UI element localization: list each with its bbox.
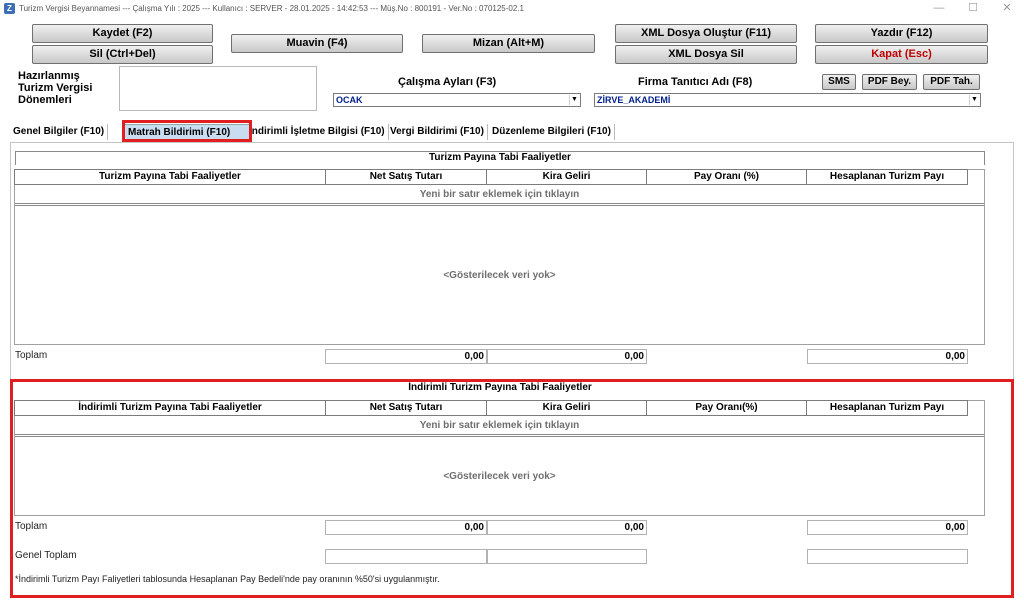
- section2-total-net-sales: 0,00: [325, 520, 487, 535]
- firm-label: Firma Tanıtıcı Adı (F8): [638, 76, 753, 88]
- sms-button[interactable]: SMS: [822, 74, 856, 90]
- tab-general-info[interactable]: Genel Bilgiler (F10): [10, 124, 109, 140]
- tab-discounted-business[interactable]: İndirimli İşletme Bilgisi (F10): [246, 124, 389, 140]
- save-button[interactable]: Kaydet (F2): [32, 24, 213, 43]
- section2-total-label: Toplam: [15, 521, 48, 532]
- section2-total-tourism-share: 0,00: [807, 520, 968, 535]
- tab-arrangement-info[interactable]: Düzenleme Bilgileri (F10): [489, 124, 615, 140]
- grand-total-tourism-share: [807, 549, 968, 564]
- section1-total-tourism-share: 0,00: [807, 349, 968, 364]
- working-months-value: OCAK: [336, 95, 363, 105]
- firm-value: ZİRVE_AKADEMİ: [597, 95, 671, 105]
- pdf-tahakkuk-button[interactable]: PDF Tah.: [923, 74, 980, 90]
- periods-label: Hazırlanmış Turizm Vergisi Dönemleri: [18, 70, 93, 106]
- column-header[interactable]: Turizm Payına Tabi Faaliyetler: [15, 170, 326, 184]
- pdf-beyanname-button[interactable]: PDF Bey.: [862, 74, 917, 90]
- minimize-button[interactable]: —: [922, 0, 956, 17]
- column-header[interactable]: Pay Oranı(%): [647, 401, 807, 415]
- section1-row-divider: [15, 203, 984, 206]
- close-button[interactable]: Kapat (Esc): [815, 45, 988, 64]
- section1-grid-header: Turizm Payına Tabi Faaliyetler Net Satış…: [14, 169, 968, 185]
- firm-select[interactable]: ZİRVE_AKADEMİ ▼: [594, 93, 981, 107]
- working-months-select[interactable]: OCAK ▼: [333, 93, 581, 107]
- column-header[interactable]: Pay Oranı (%): [647, 170, 807, 184]
- section2-grid-header: İndirimli Turizm Payına Tabi Faaliyetler…: [14, 400, 968, 416]
- section1-new-row[interactable]: Yeni bir satır eklemek için tıklayın: [15, 187, 984, 203]
- working-months-label: Çalışma Ayları (F3): [398, 76, 497, 88]
- grand-total-net-sales: [325, 549, 487, 564]
- window-title: Turizm Vergisi Beyannamesi --- Çalışma Y…: [19, 4, 524, 13]
- section1-grid[interactable]: Yeni bir satır eklemek için tıklayın <Gö…: [14, 169, 985, 345]
- grand-total-label: Genel Toplam: [15, 550, 77, 561]
- tab-matrah[interactable]: Matrah Bildirimi (F10): [124, 124, 250, 140]
- xml-create-button[interactable]: XML Dosya Oluştur (F11): [615, 24, 797, 43]
- app-icon: Z: [4, 3, 15, 14]
- column-header[interactable]: Net Satış Tutarı: [326, 170, 487, 184]
- section2-empty-message: <Gösterilecek veri yok>: [443, 471, 556, 482]
- chevron-down-icon[interactable]: ▼: [569, 95, 579, 105]
- section2-title: İndirimli Turizm Payına Tabi Faaliyetler: [408, 382, 592, 393]
- section2-total-rent: 0,00: [487, 520, 647, 535]
- section1-total-label: Toplam: [15, 350, 48, 361]
- print-button[interactable]: Yazdır (F12): [815, 24, 988, 43]
- section2-grid[interactable]: Yeni bir satır eklemek için tıklayın <Gö…: [14, 400, 985, 516]
- column-header[interactable]: Kira Geliri: [487, 401, 647, 415]
- footnote: *İndirimli Turizm Payı Faliyetleri tablo…: [15, 574, 440, 584]
- xml-delete-button[interactable]: XML Dosya Sil: [615, 45, 797, 64]
- column-header[interactable]: Kira Geliri: [487, 170, 647, 184]
- grand-total-rent: [487, 549, 647, 564]
- section1-total-rent: 0,00: [487, 349, 647, 364]
- section2-new-row[interactable]: Yeni bir satır eklemek için tıklayın: [15, 418, 984, 434]
- title-bar: Z Turizm Vergisi Beyannamesi --- Çalışma…: [0, 0, 1024, 17]
- periods-list[interactable]: [119, 66, 317, 111]
- close-window-button[interactable]: ✕: [990, 0, 1024, 17]
- muavin-button[interactable]: Muavin (F4): [231, 34, 403, 53]
- maximize-button[interactable]: ☐: [956, 0, 990, 17]
- column-header[interactable]: Net Satış Tutarı: [326, 401, 487, 415]
- column-header[interactable]: Hesaplanan Turizm Payı: [807, 170, 967, 184]
- column-header[interactable]: Hesaplanan Turizm Payı: [807, 401, 967, 415]
- section1-empty-message: <Gösterilecek veri yok>: [443, 270, 556, 281]
- section1-total-net-sales: 0,00: [325, 349, 487, 364]
- section1-title: Turizm Payına Tabi Faaliyetler: [429, 152, 571, 163]
- delete-button[interactable]: Sil (Ctrl+Del): [32, 45, 213, 64]
- column-header[interactable]: İndirimli Turizm Payına Tabi Faaliyetler: [15, 401, 326, 415]
- tab-tax-declaration[interactable]: Vergi Bildirimi (F10): [387, 124, 488, 140]
- chevron-down-icon[interactable]: ▼: [969, 95, 979, 105]
- mizan-button[interactable]: Mizan (Alt+M): [422, 34, 595, 53]
- section2-row-divider: [15, 434, 984, 437]
